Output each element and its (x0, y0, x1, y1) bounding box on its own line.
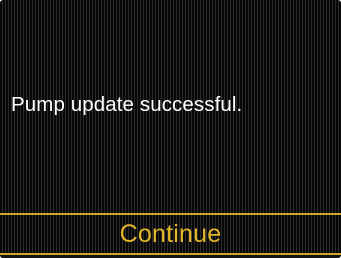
continue-button[interactable]: Continue (0, 213, 341, 255)
status-message: Pump update successful. (11, 93, 243, 116)
device-screen: Pump update successful. Continue (0, 0, 341, 258)
continue-button-label: Continue (119, 220, 222, 248)
